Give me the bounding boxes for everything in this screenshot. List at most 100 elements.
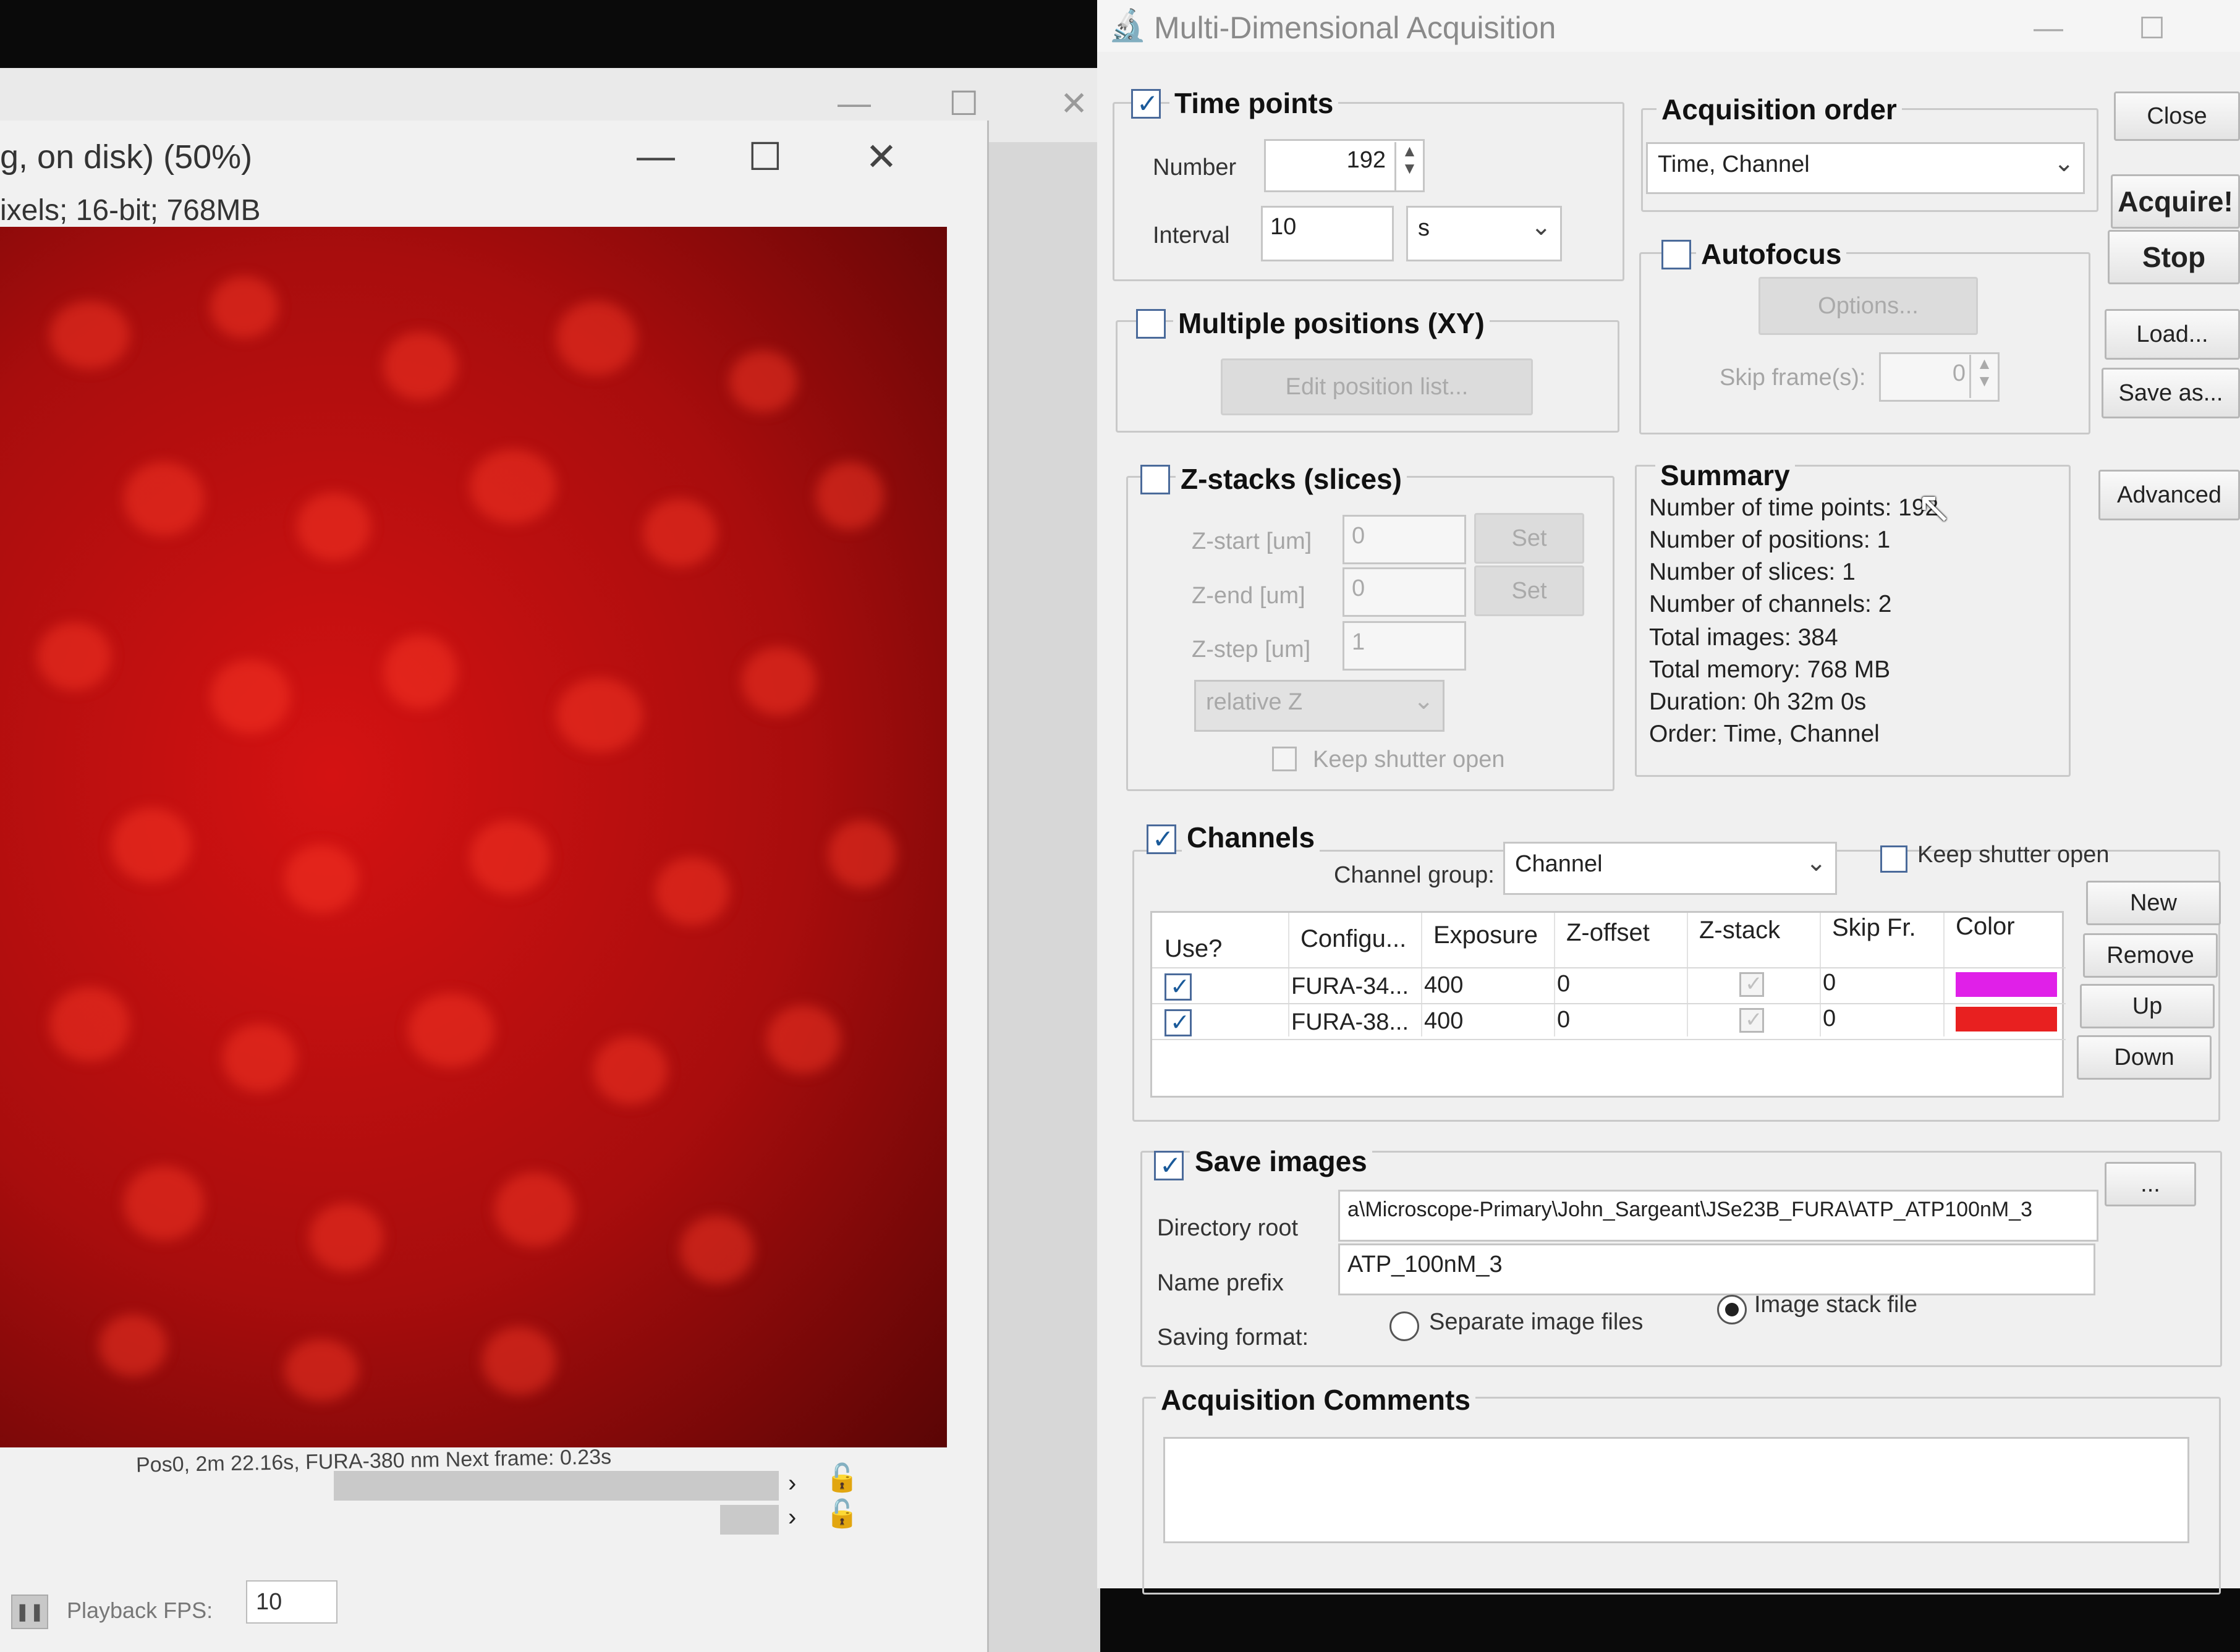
directory-root-label: Directory root <box>1157 1215 1299 1241</box>
column-header-color[interactable]: Color <box>1956 913 2015 941</box>
maximize-icon[interactable]: ☐ <box>949 84 978 123</box>
channels-table: Use? Configu... Exposure Z-offset Z-stac… <box>1150 911 2066 1098</box>
new-channel-button[interactable]: New <box>2086 881 2221 925</box>
row2-config[interactable]: FURA-38... <box>1291 1009 1409 1036</box>
channel-group-value: Channel <box>1515 851 1603 877</box>
unlock-icon[interactable]: 🔓 <box>825 1497 859 1530</box>
minimize-icon[interactable]: — <box>2034 11 2063 45</box>
close-icon[interactable]: ✕ <box>865 134 897 179</box>
column-header-exposure[interactable]: Exposure <box>1433 921 1538 949</box>
row2-skip-frames[interactable]: 0 <box>1823 1006 1836 1032</box>
stop-button[interactable]: Stop <box>2108 230 2240 284</box>
maximize-icon[interactable]: ☐ <box>2139 11 2165 46</box>
autofocus-title: Autofocus <box>1696 237 1847 271</box>
microscope-image[interactable] <box>0 227 947 1447</box>
column-header-z-offset[interactable]: Z-offset <box>1566 919 1650 947</box>
autofocus-options-button[interactable]: Options... <box>1758 277 1978 335</box>
acquire-button[interactable]: Acquire! <box>2111 174 2240 229</box>
z-end-input[interactable]: 0 <box>1343 567 1466 617</box>
channels-checkbox[interactable]: ✓ <box>1147 824 1176 854</box>
load-button[interactable]: Load... <box>2105 309 2240 360</box>
name-prefix-input[interactable]: ATP_100nM_3 <box>1338 1243 2095 1295</box>
saving-format-label: Saving format: <box>1157 1324 1309 1350</box>
time-scrollbar[interactable] <box>720 1505 779 1535</box>
image-window: g, on disk) (50%) — ☐ ✕ ixels; 16-bit; 7… <box>0 121 989 1652</box>
column-header-use[interactable]: Use? <box>1165 935 1222 963</box>
up-channel-button[interactable]: Up <box>2080 984 2215 1028</box>
summary-total-images: Total images: 384 <box>1649 624 1838 651</box>
row1-use-checkbox[interactable]: ✓ <box>1165 973 1192 1001</box>
edit-position-list-button[interactable]: Edit position list... <box>1221 358 1533 415</box>
skip-frames-spinner[interactable]: ▲ ▼ <box>1969 355 1998 398</box>
skip-frames-label: Skip frame(s): <box>1720 365 1866 391</box>
mouse-cursor-icon: ↖ <box>1916 483 1953 532</box>
z-start-input[interactable]: 0 <box>1343 515 1466 564</box>
channels-keep-shutter-open-checkbox[interactable] <box>1880 845 1907 873</box>
z-step-input[interactable]: 1 <box>1343 621 1466 671</box>
chevron-right-icon[interactable]: › <box>788 1504 796 1531</box>
row2-color-swatch[interactable] <box>1956 1007 2057 1031</box>
z-stacks-title: Z-stacks (slices) <box>1176 462 1407 496</box>
channels-keep-shutter-open-label: Keep shutter open <box>1917 842 2110 868</box>
acquisition-order-value: Time, Channel <box>1658 151 1810 177</box>
channel-group-select[interactable]: Channel ⌄ <box>1503 842 1837 895</box>
row1-z-stack-checkbox[interactable]: ✓ <box>1739 972 1764 997</box>
pause-button[interactable]: ❚❚ <box>11 1595 48 1629</box>
separate-files-radio[interactable] <box>1389 1311 1419 1341</box>
z-end-label: Z-end [um] <box>1192 583 1305 609</box>
browse-directory-button[interactable]: ... <box>2105 1162 2196 1206</box>
row2-exposure[interactable]: 400 <box>1424 1008 1463 1035</box>
minimize-icon[interactable]: — <box>637 134 675 178</box>
column-header-config[interactable]: Configu... <box>1300 925 1406 953</box>
directory-root-input[interactable]: a\Microscope-Primary\John_Sargeant\JSe23… <box>1338 1190 2098 1242</box>
image-stack-radio[interactable] <box>1717 1295 1747 1324</box>
minimize-icon[interactable]: — <box>838 84 871 122</box>
z-step-label: Z-step [um] <box>1192 637 1311 663</box>
z-stacks-checkbox[interactable] <box>1140 465 1170 494</box>
column-header-z-stack[interactable]: Z-stack <box>1699 917 1780 944</box>
row2-z-offset[interactable]: 0 <box>1557 1007 1570 1033</box>
down-channel-button[interactable]: Down <box>2077 1035 2212 1080</box>
multiple-positions-checkbox[interactable] <box>1136 309 1166 339</box>
row1-color-swatch[interactable] <box>1956 972 2057 997</box>
row2-use-checkbox[interactable]: ✓ <box>1165 1009 1192 1036</box>
acquisition-comments-input[interactable] <box>1163 1437 2189 1543</box>
z-keep-shutter-open-checkbox[interactable] <box>1272 747 1297 771</box>
maximize-icon[interactable]: ☐ <box>748 134 783 179</box>
close-icon[interactable]: ✕ <box>1060 84 1088 123</box>
channel-group-label: Channel group: <box>1334 862 1495 888</box>
time-points-checkbox[interactable]: ✓ <box>1131 89 1161 119</box>
summary-positions: Number of positions: 1 <box>1649 527 1891 553</box>
interval-input[interactable]: 10 <box>1261 206 1394 261</box>
z-end-set-button[interactable]: Set <box>1474 565 1584 616</box>
chevron-down-icon: ⌄ <box>1413 687 1434 714</box>
chevron-right-icon[interactable]: › <box>788 1470 796 1497</box>
row1-skip-frames[interactable]: 0 <box>1823 970 1836 996</box>
advanced-button[interactable]: Advanced <box>2098 470 2240 520</box>
save-images-checkbox[interactable]: ✓ <box>1154 1151 1184 1180</box>
playback-fps-input[interactable]: 10 <box>246 1580 337 1624</box>
row1-config[interactable]: FURA-34... <box>1291 973 1409 1000</box>
interval-unit-select[interactable]: s ⌄ <box>1406 206 1562 261</box>
number-label: Number <box>1153 155 1237 180</box>
z-mode-value: relative Z <box>1206 689 1303 715</box>
save-as-button[interactable]: Save as... <box>2102 368 2240 418</box>
autofocus-checkbox[interactable] <box>1661 240 1691 269</box>
row1-z-offset[interactable]: 0 <box>1557 971 1570 998</box>
remove-channel-button[interactable]: Remove <box>2083 933 2218 978</box>
chevron-down-icon: ⌄ <box>1530 213 1551 240</box>
multiple-positions-title: Multiple positions (XY) <box>1173 307 1490 340</box>
summary-title: Summary <box>1655 459 1795 492</box>
separate-files-label: Separate image files <box>1429 1309 1644 1335</box>
channel-scrollbar[interactable] <box>334 1471 779 1501</box>
unlock-icon[interactable]: 🔓 <box>825 1462 859 1494</box>
number-spinner[interactable]: ▲ ▼ <box>1394 142 1423 190</box>
column-header-skip-frames[interactable]: Skip Fr. <box>1832 914 1916 942</box>
row1-exposure[interactable]: 400 <box>1424 972 1463 999</box>
z-start-set-button[interactable]: Set <box>1474 513 1584 564</box>
image-stack-label: Image stack file <box>1754 1292 1917 1318</box>
z-mode-select[interactable]: relative Z ⌄ <box>1194 680 1445 732</box>
close-button[interactable]: Close <box>2114 91 2240 141</box>
acquisition-order-select[interactable]: Time, Channel ⌄ <box>1646 142 2085 194</box>
row2-z-stack-checkbox[interactable]: ✓ <box>1739 1008 1764 1033</box>
